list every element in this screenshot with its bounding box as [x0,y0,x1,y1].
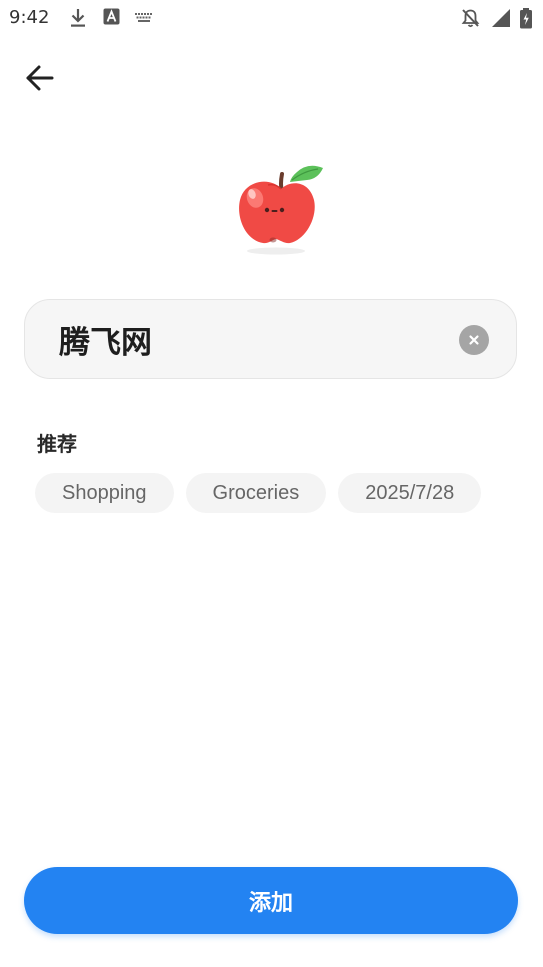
arrow-left-icon [26,65,54,91]
notifications-off-icon [461,9,480,28]
keyboard-icon [135,13,152,22]
status-time: 9:42 [9,7,50,28]
chip-shopping[interactable]: Shopping [35,473,174,513]
add-button[interactable]: 添加 [24,867,518,934]
battery-charging-icon [520,8,532,29]
download-icon [71,9,85,27]
clear-button[interactable] [459,325,489,355]
recommendations-title: 推荐 [37,432,77,456]
recommendation-chips: Shopping Groceries 2025/7/28 [35,473,482,513]
chip-date[interactable]: 2025/7/28 [338,473,482,513]
status-bar: 9:42 [0,0,543,36]
apple-icon [239,165,323,255]
name-input[interactable] [59,300,449,378]
chip-groceries[interactable]: Groceries [185,473,327,513]
signal-icon [492,9,510,27]
back-button[interactable] [16,54,64,102]
name-field[interactable] [24,299,517,379]
text-a-icon [103,8,120,25]
close-icon [469,335,479,345]
